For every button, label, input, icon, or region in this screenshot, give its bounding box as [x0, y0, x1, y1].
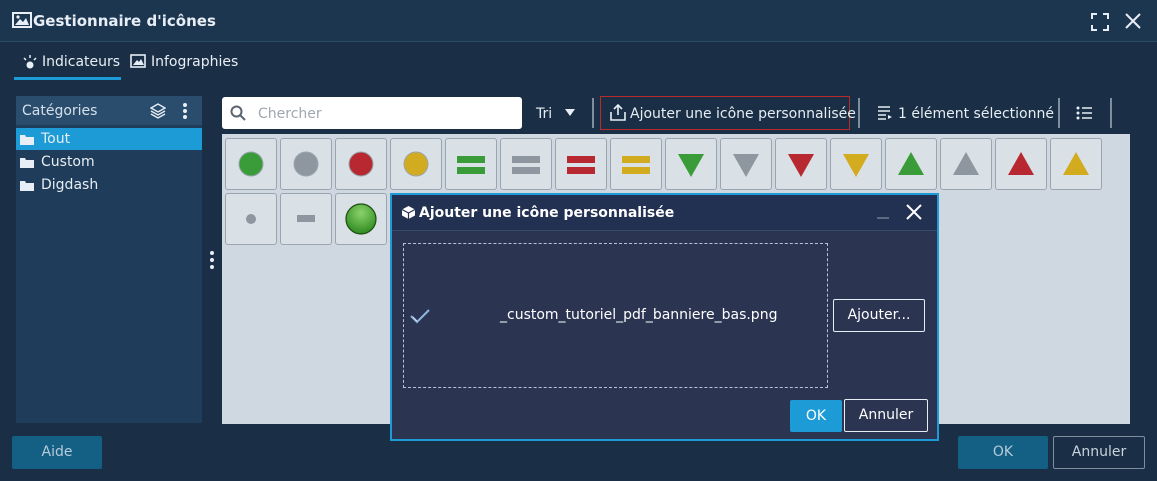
- triangle-up-icon: [1063, 152, 1089, 175]
- tab-indicateurs[interactable]: Indicateurs: [14, 50, 121, 80]
- dialog-ok-button[interactable]: OK: [790, 400, 842, 432]
- list-view-icon[interactable]: [1076, 106, 1092, 120]
- more-vertical-icon[interactable]: [182, 102, 188, 120]
- lightbulb-icon: [23, 55, 37, 69]
- triangle-up-icon: [1008, 152, 1034, 175]
- bars-icon: [512, 156, 540, 174]
- upload-icon: [610, 104, 626, 121]
- icon-cell[interactable]: [445, 138, 497, 190]
- cube-icon: [401, 206, 416, 219]
- icon-cell[interactable]: [555, 138, 607, 190]
- icon-cell[interactable]: [280, 193, 332, 245]
- icon-cell[interactable]: [610, 138, 662, 190]
- categories-title: Catégories: [22, 103, 98, 119]
- dash-icon: [297, 215, 315, 222]
- minimize-icon[interactable]: [876, 206, 890, 220]
- close-icon[interactable]: [905, 203, 923, 221]
- triangle-down-icon: [843, 154, 869, 177]
- toolbar-divider: [1110, 98, 1112, 128]
- image-icon: [12, 12, 32, 28]
- triangle-down-icon: [788, 154, 814, 177]
- close-icon[interactable]: [1123, 11, 1143, 31]
- category-item-digdash[interactable]: Digdash: [16, 174, 202, 196]
- icon-cell[interactable]: [1050, 138, 1102, 190]
- bars-icon: [457, 156, 485, 174]
- selected-count-label: 1 élément sélectionné: [898, 106, 1054, 122]
- circle-icon: [403, 151, 429, 177]
- icon-cell[interactable]: [885, 138, 937, 190]
- icon-cell[interactable]: [390, 138, 442, 190]
- triangle-down-icon: [678, 154, 704, 177]
- category-item-custom[interactable]: Custom: [16, 151, 202, 173]
- icon-cell[interactable]: [940, 138, 992, 190]
- tab-label: Indicateurs: [42, 54, 121, 70]
- glossy-circle-icon: [345, 203, 377, 235]
- add-file-button[interactable]: Ajouter...: [833, 299, 925, 332]
- bars-icon: [622, 156, 650, 174]
- selection-list-icon: [878, 106, 892, 120]
- tab-infographies[interactable]: Infographies: [130, 50, 240, 80]
- image-icon: [130, 54, 146, 68]
- toolbar-divider: [858, 98, 860, 128]
- circle-icon: [238, 151, 264, 177]
- folder-icon: [20, 135, 34, 145]
- ok-button[interactable]: OK: [958, 436, 1048, 469]
- circle-icon: [293, 151, 319, 177]
- search-input[interactable]: [256, 103, 510, 125]
- icon-cell[interactable]: [335, 138, 387, 190]
- category-label: Digdash: [41, 177, 99, 193]
- chevron-down-icon[interactable]: [565, 109, 575, 117]
- search-icon: [230, 105, 246, 121]
- add-custom-icon-label: Ajouter une icône personnalisée: [630, 106, 856, 122]
- icon-cell[interactable]: [775, 138, 827, 190]
- icon-cell[interactable]: [280, 138, 332, 190]
- dialog-cancel-button[interactable]: Annuler: [844, 399, 928, 432]
- search-box: [222, 97, 522, 129]
- category-label: Custom: [41, 154, 95, 170]
- dialog-title: Ajouter une icône personnalisée: [419, 205, 675, 221]
- icon-cell[interactable]: [225, 138, 277, 190]
- window-title: Gestionnaire d'icônes: [33, 12, 216, 30]
- icon-cell[interactable]: [225, 193, 277, 245]
- file-name-label: _custom_tutoriel_pdf_banniere_bas.png: [500, 307, 778, 323]
- checkmark-icon: [410, 309, 430, 324]
- triangle-up-icon: [953, 152, 979, 175]
- triangle-down-icon: [733, 154, 759, 177]
- bars-icon: [567, 156, 595, 174]
- category-item-tout[interactable]: Tout: [16, 128, 202, 150]
- layers-icon[interactable]: [150, 103, 166, 119]
- category-label: Tout: [41, 131, 71, 147]
- icon-cell[interactable]: [335, 193, 387, 245]
- circle-icon: [348, 151, 374, 177]
- icon-cell[interactable]: [830, 138, 882, 190]
- icon-cell[interactable]: [665, 138, 717, 190]
- tab-label: Infographies: [151, 54, 239, 70]
- maximize-icon[interactable]: [1091, 13, 1109, 31]
- help-button[interactable]: Aide: [12, 436, 102, 469]
- icon-cell[interactable]: [500, 138, 552, 190]
- toolbar-divider: [1058, 98, 1060, 128]
- sort-dropdown[interactable]: Tri: [536, 106, 552, 122]
- icon-cell[interactable]: [720, 138, 772, 190]
- folder-icon: [20, 181, 34, 191]
- icon-cell[interactable]: [995, 138, 1047, 190]
- panel-splitter[interactable]: [209, 250, 215, 270]
- triangle-up-icon: [898, 152, 924, 175]
- folder-icon: [20, 158, 34, 168]
- cancel-button[interactable]: Annuler: [1053, 436, 1145, 469]
- dot-icon: [246, 214, 256, 224]
- toolbar-divider: [592, 98, 594, 128]
